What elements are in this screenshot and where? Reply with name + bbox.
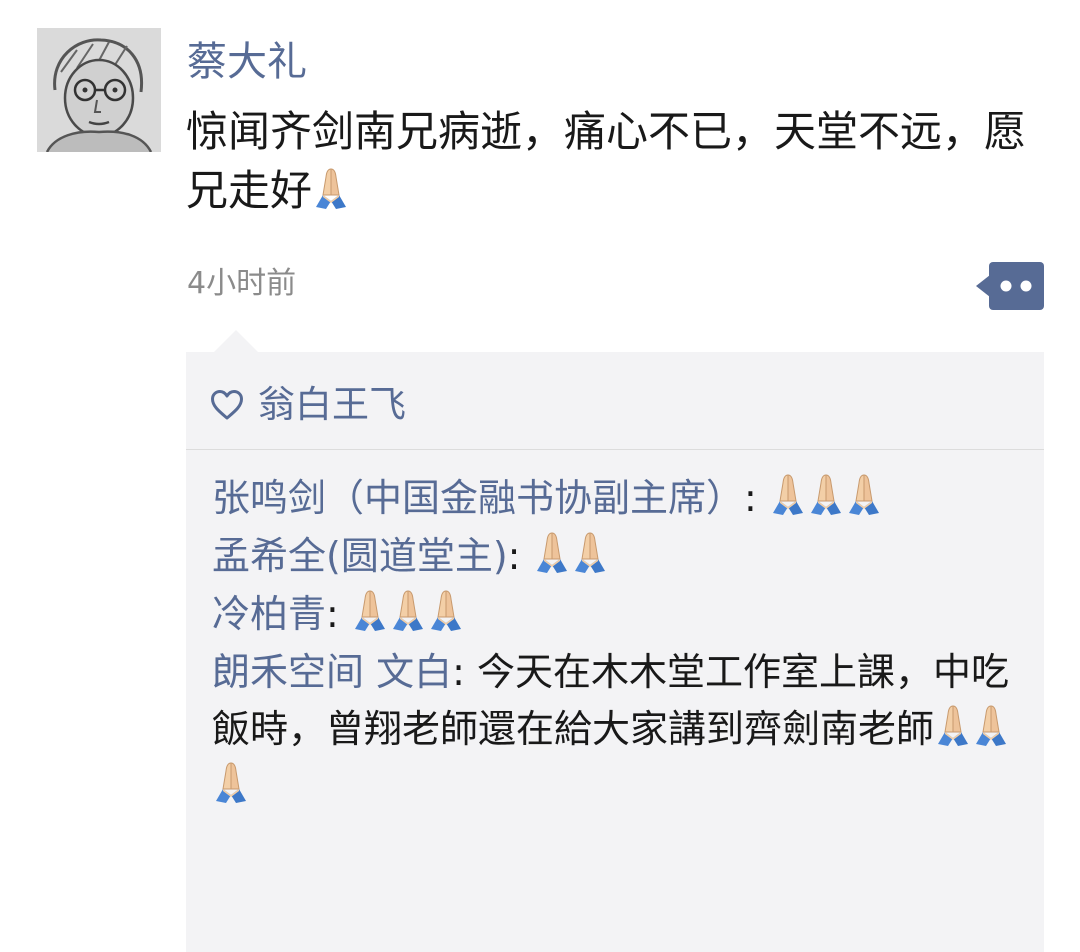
post-author[interactable]: 蔡大礼 [187,34,307,90]
folded-hands-icon [972,702,1010,748]
comment-emoji-group [533,532,609,578]
comment-author[interactable]: 孟希全(圆道堂主) [212,534,508,578]
comment-item[interactable]: 孟希全(圆道堂主): [212,528,1012,585]
folded-hands-icon [845,471,883,517]
more-dots-icon [1000,280,1012,292]
post-text: 惊闻齐剑南兄病逝，痛心不已，天堂不远，愿兄走好 [186,102,1036,220]
comment-separator: : [326,592,351,636]
folded-hands-icon [769,471,807,517]
comment-item[interactable]: 朗禾空间 文白: 今天在木木堂工作室上課，中吃飯時，曾翔老師還在給大家講到齊劍南… [212,644,1012,815]
interaction-panel: 翁白王飞 张鸣剑（中国金融书协副主席）: 孟希全(圆道堂主): 冷柏青: 朗禾空… [186,352,1044,952]
comment-author[interactable]: 朗禾空间 文白 [212,650,452,694]
comment-list: 张鸣剑（中国金融书协副主席）: 孟希全(圆道堂主): 冷柏青: 朗禾空间 文白:… [212,470,1012,815]
comment-emoji-group [351,590,465,636]
heart-outline-icon [210,389,244,421]
folded-hands-icon [807,471,845,517]
like-name[interactable]: 翁白王飞 [258,378,406,432]
post-emoji-group [312,166,350,215]
folded-hands-icon [351,587,389,633]
comment-item[interactable]: 冷柏青: [212,586,1012,643]
comment-separator: : [744,476,769,520]
comment-emoji-group [769,474,883,520]
comment-separator: : [507,534,533,578]
comment-author[interactable]: 冷柏青 [212,592,326,636]
folded-hands-icon [533,529,571,575]
folded-hands-icon [312,165,350,211]
likes-row: 翁白王飞 [210,378,406,432]
folded-hands-icon [389,587,427,633]
folded-hands-icon [427,587,465,633]
panel-pointer [214,330,258,352]
comment-author[interactable]: 张鸣剑（中国金融书协副主席） [212,476,744,520]
more-button[interactable] [976,262,1044,310]
divider [186,449,1044,450]
folded-hands-icon [571,529,609,575]
comment-separator: : [452,650,477,694]
post-timestamp: 4小时前 [187,266,297,301]
comment-item[interactable]: 张鸣剑（中国金融书协副主席）: [212,470,1012,527]
folded-hands-icon [934,702,972,748]
avatar[interactable] [37,28,161,152]
folded-hands-icon [212,759,250,805]
